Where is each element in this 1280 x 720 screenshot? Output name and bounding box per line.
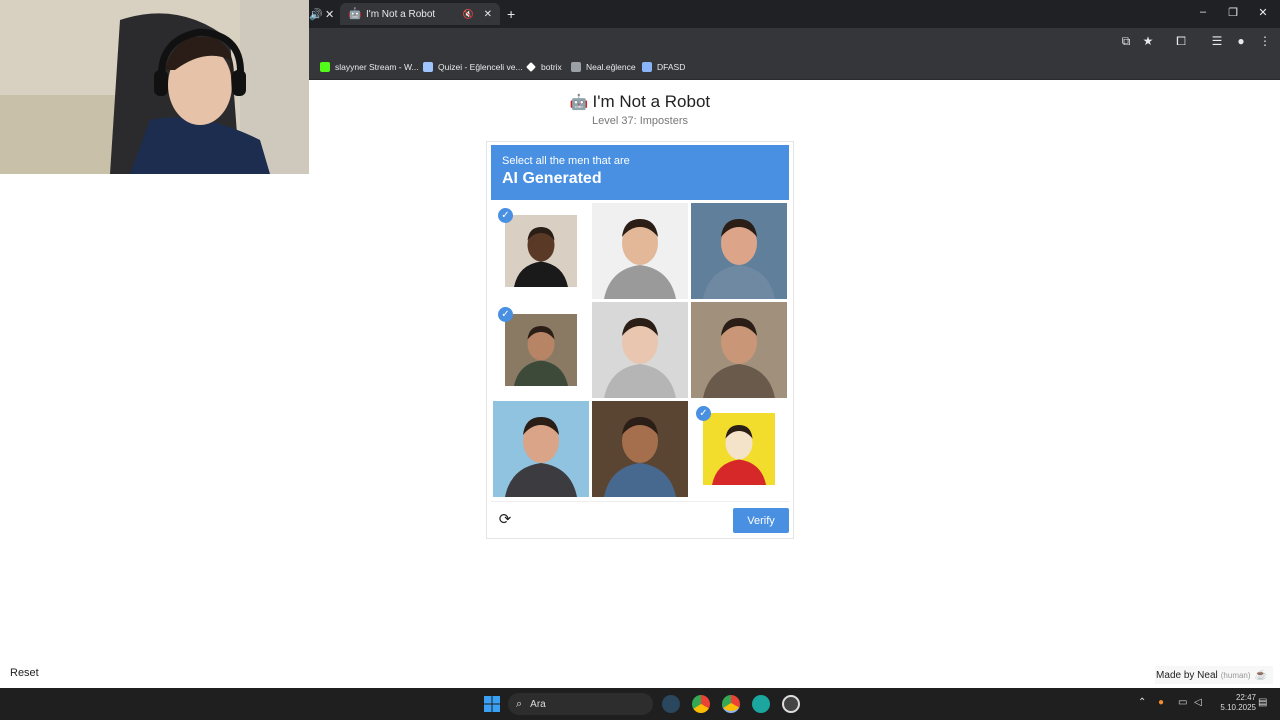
taskbar-clock[interactable]: 22:47 5.10.2025	[1212, 693, 1256, 713]
kick-icon	[320, 62, 330, 72]
selected-check-icon: ✓	[696, 406, 711, 421]
selected-check-icon: ✓	[498, 307, 513, 322]
extensions-icon[interactable]: ⧠	[1172, 34, 1190, 49]
tile-photo	[505, 215, 577, 287]
verify-button[interactable]: Verify	[733, 508, 789, 533]
tile-photo	[691, 302, 787, 398]
title-row: 🤖 I'm Not a Robot	[540, 90, 740, 114]
steam-icon[interactable]	[662, 695, 680, 713]
botrix-icon	[526, 62, 536, 72]
made-by-text: Made by Neal	[1156, 669, 1218, 681]
browser-menu-icon[interactable]: ⋮	[1256, 34, 1274, 48]
captcha-tile[interactable]	[691, 302, 787, 398]
made-by-badge[interactable]: Made by Neal (human) ☕	[1155, 666, 1273, 684]
captcha-tile[interactable]	[592, 302, 688, 398]
bookmark-label: Quizei - Eğlenceli ve...	[438, 62, 523, 72]
mute-icon[interactable]: 🔇	[463, 9, 474, 20]
bookmark-slayyner[interactable]: slayyner Stream - W...	[320, 60, 419, 74]
page-title: I'm Not a Robot	[592, 92, 711, 111]
tile-photo	[691, 203, 787, 299]
close-tab-icon[interactable]: ✕	[484, 9, 492, 20]
footer-divider	[491, 501, 789, 502]
windows-start-icon[interactable]	[483, 695, 501, 713]
captcha-tile[interactable]: ✓	[691, 401, 787, 497]
bookmark-label: botrix	[541, 62, 562, 72]
clock-date: 5.10.2025	[1220, 703, 1256, 712]
robot-icon	[642, 62, 652, 72]
tile-photo	[592, 203, 688, 299]
search-icon: ⌕	[516, 697, 523, 710]
tray-chevron-icon[interactable]: ⌃	[1138, 697, 1146, 708]
taskbar-search[interactable]: ⌕ Ara	[508, 693, 653, 715]
bookmark-dfasd[interactable]: DFASD	[642, 60, 685, 74]
made-by-note: (human)	[1220, 670, 1251, 680]
tile-photo	[592, 302, 688, 398]
bookmark-label: slayyner Stream - W...	[335, 62, 419, 72]
tile-photo	[592, 401, 688, 497]
captcha-tile[interactable]	[592, 401, 688, 497]
bookmark-star-icon[interactable]: ★	[1139, 34, 1157, 48]
restore-icon[interactable]: ❐	[1222, 6, 1244, 19]
captcha-tile[interactable]	[493, 401, 589, 497]
bookmark-botrix[interactable]: botrix	[526, 60, 562, 74]
tab-title: I'm Not a Robot	[366, 8, 436, 20]
tab-im-not-a-robot[interactable]: 🤖 I'm Not a Robot 🔇 ✕	[340, 3, 500, 25]
captcha-target: AI Generated	[502, 170, 602, 187]
translate-icon[interactable]: ⧉	[1117, 34, 1135, 49]
bookmark-label: Neal.eğlence	[586, 62, 636, 72]
profile-avatar-icon[interactable]: ●	[1232, 34, 1250, 48]
bookmark-label: DFASD	[657, 62, 686, 72]
speaker-icon[interactable]: 🔊	[309, 8, 323, 21]
microphone-icon[interactable]: ●	[1158, 697, 1164, 708]
captcha-tile[interactable]	[691, 203, 787, 299]
captcha-instruction: Select all the men that are	[502, 155, 630, 167]
bookmark-quizei[interactable]: Quizei - Eğlenceli ve...	[423, 60, 523, 74]
taskbar-search-label: Ara	[530, 698, 546, 710]
close-window-icon[interactable]: ✕	[1252, 6, 1274, 19]
captcha-tile[interactable]: ✓	[493, 302, 589, 398]
quizei-icon	[423, 62, 433, 72]
new-tab-icon[interactable]: +	[507, 6, 515, 22]
tile-photo	[493, 401, 589, 497]
media-control-icon[interactable]: ☰	[1208, 34, 1226, 48]
reload-icon[interactable]: ⟳	[496, 511, 514, 529]
coffee-cup-icon: ☕	[1254, 669, 1267, 681]
captcha-tile[interactable]	[592, 203, 688, 299]
captcha-tile[interactable]: ✓	[493, 203, 589, 299]
tile-photo	[703, 413, 775, 485]
chrome-icon[interactable]	[692, 695, 710, 713]
captcha-header: Select all the men that are AI Generated	[491, 145, 789, 200]
tile-photo	[505, 314, 577, 386]
chrome-active-icon[interactable]	[722, 695, 740, 713]
level-subtitle: Level 37: Imposters	[592, 115, 688, 127]
robot-favicon-icon: 🤖	[348, 8, 362, 20]
selected-check-icon: ✓	[498, 208, 513, 223]
clock-time: 22:47	[1235, 693, 1256, 702]
webcam-image	[0, 0, 309, 174]
bookmark-neal[interactable]: Neal.eğlence	[571, 60, 636, 74]
neal-icon	[571, 62, 581, 72]
app-icon[interactable]	[782, 695, 800, 713]
reset-button[interactable]: Reset	[10, 667, 39, 679]
robot-icon: 🤖	[569, 94, 589, 111]
edge-icon[interactable]	[752, 695, 770, 713]
notifications-icon[interactable]: ▤	[1258, 697, 1267, 708]
network-icon[interactable]: ▭	[1178, 697, 1187, 708]
volume-icon[interactable]: ◁	[1194, 697, 1202, 708]
webcam-overlay	[0, 0, 309, 174]
minimize-icon[interactable]: –	[1192, 6, 1214, 18]
close-tab-icon[interactable]: ✕	[325, 8, 334, 21]
